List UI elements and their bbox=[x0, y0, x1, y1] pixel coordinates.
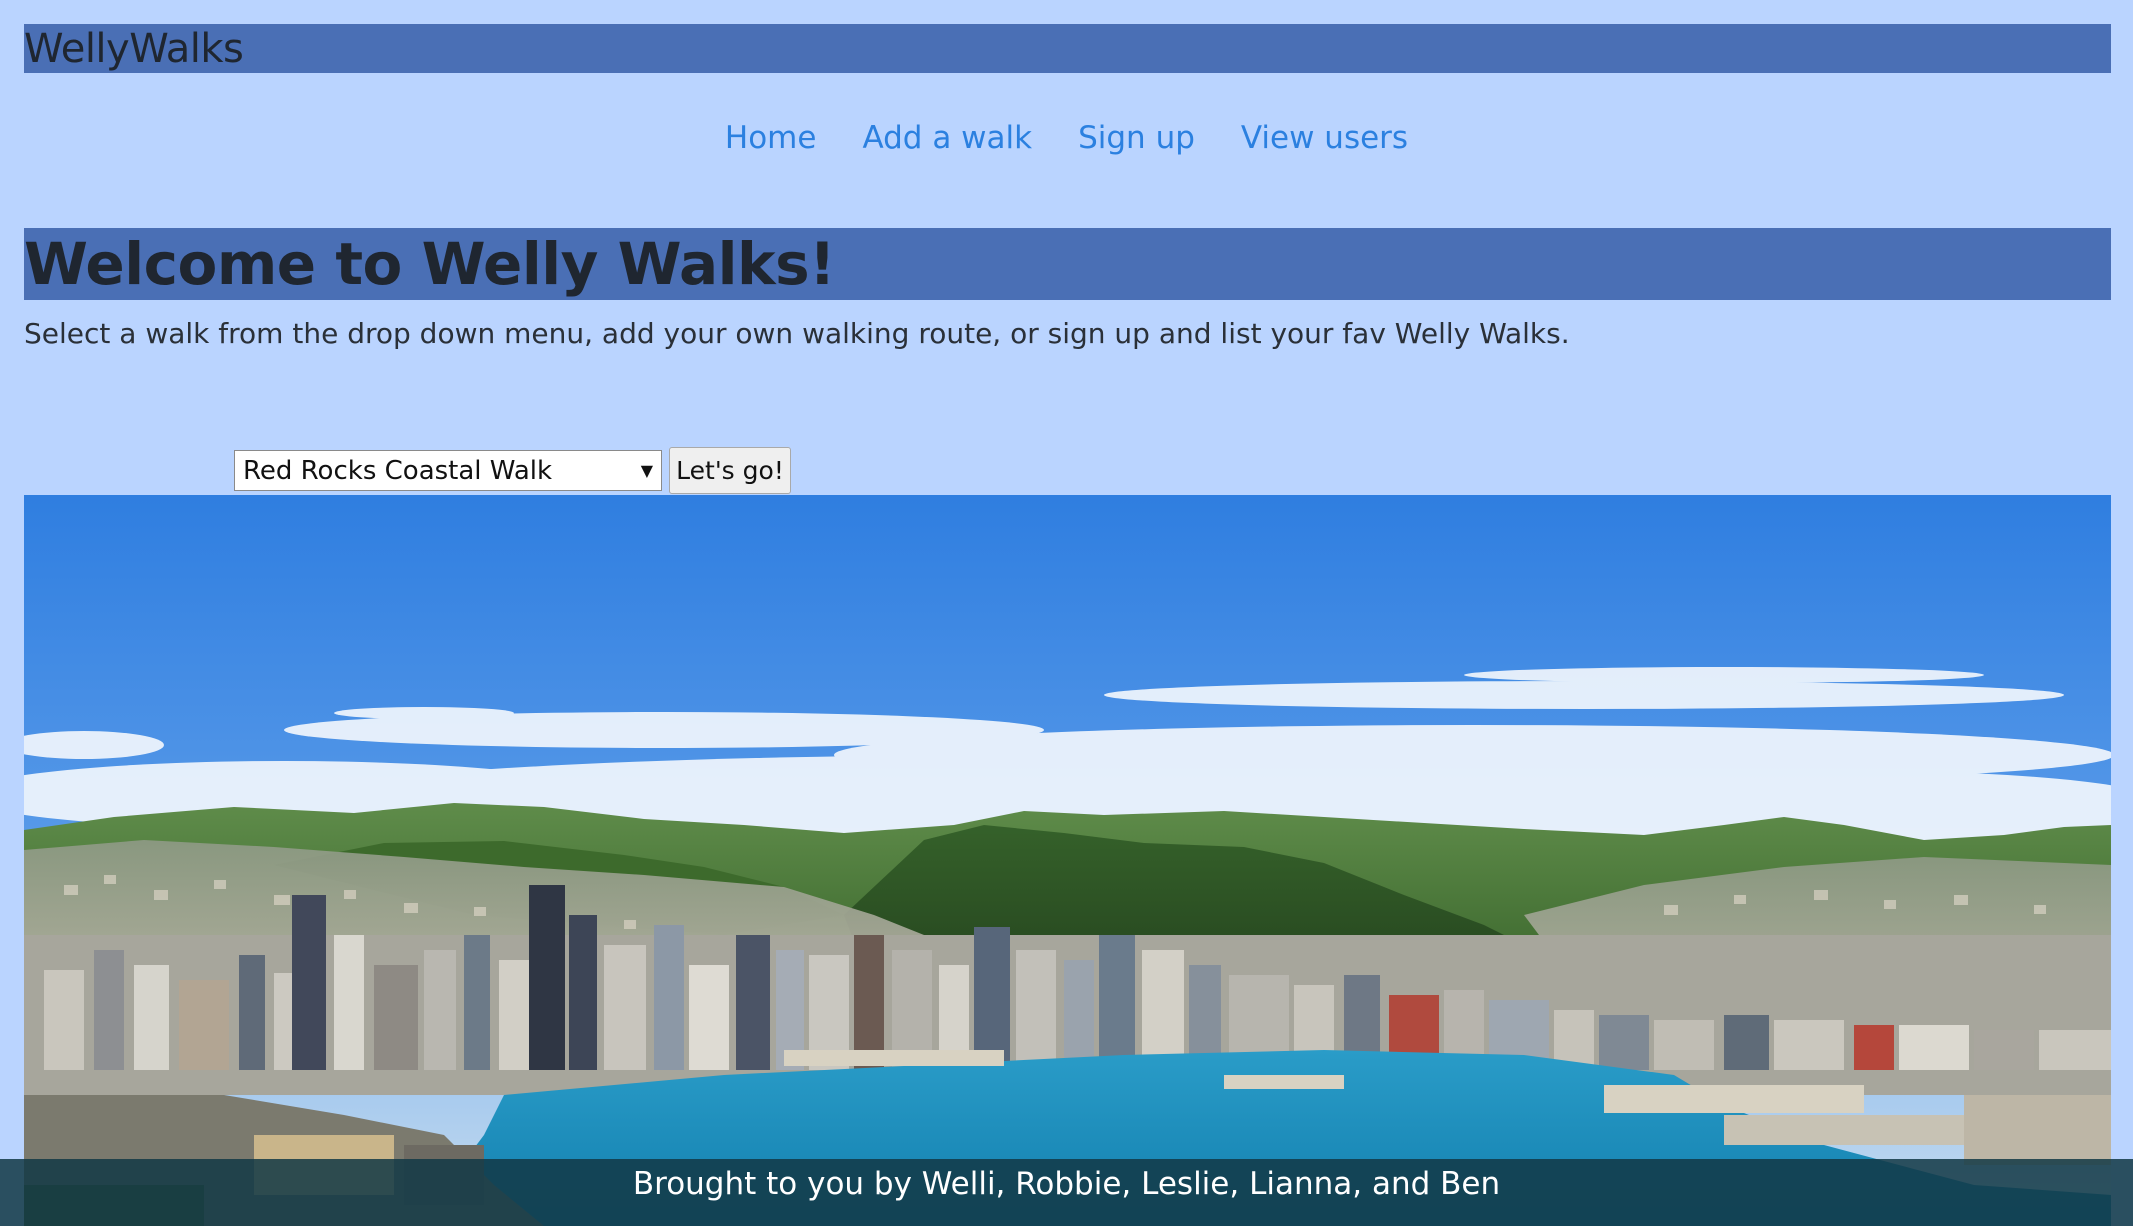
nav-link-view-users[interactable]: View users bbox=[1241, 118, 1408, 158]
hero-image bbox=[24, 495, 2111, 1226]
intro-text: Select a walk from the drop down menu, a… bbox=[24, 317, 1570, 350]
walk-select[interactable]: Red Rocks Coastal Walk ▼ bbox=[234, 450, 662, 491]
brand-title: WellyWalks bbox=[24, 26, 244, 72]
nav-link-add-walk[interactable]: Add a walk bbox=[862, 118, 1032, 158]
lets-go-button[interactable]: Let's go! bbox=[669, 447, 791, 494]
nav-link-sign-up[interactable]: Sign up bbox=[1078, 118, 1195, 158]
page-title: Welcome to Welly Walks! bbox=[24, 230, 836, 298]
walk-select-value: Red Rocks Coastal Walk bbox=[243, 456, 553, 486]
footer-credits: Brought to you by Welli, Robbie, Leslie,… bbox=[0, 1159, 2133, 1226]
chevron-down-icon: ▼ bbox=[640, 461, 653, 480]
brand-bar: WellyWalks bbox=[24, 24, 2111, 73]
main-nav: Home Add a walk Sign up View users bbox=[0, 118, 2133, 158]
nav-link-home[interactable]: Home bbox=[725, 118, 817, 158]
welcome-bar: Welcome to Welly Walks! bbox=[24, 228, 2111, 300]
wellington-harbour-panorama bbox=[24, 495, 2111, 1226]
